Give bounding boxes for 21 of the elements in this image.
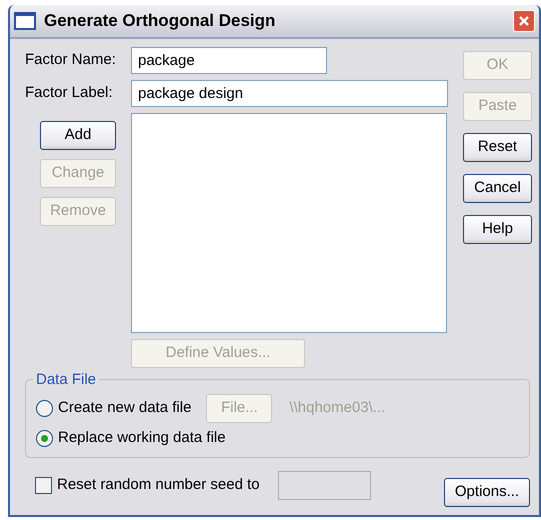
radio-label: Create new data file xyxy=(58,398,192,418)
checkbox[interactable] xyxy=(35,477,52,494)
field-label: Factor Name: xyxy=(25,50,117,70)
close-icon xyxy=(518,15,530,28)
close-button[interactable] xyxy=(513,10,535,32)
file-path: \\hqhome03\... xyxy=(289,398,386,418)
checkbox-label: Reset random number seed to xyxy=(57,475,260,496)
dialog-button[interactable]: Reset xyxy=(463,133,532,162)
dialog-button[interactable]: Help xyxy=(463,215,532,244)
options-button[interactable]: Options... xyxy=(444,478,530,507)
radio-button[interactable] xyxy=(36,430,53,446)
text-field[interactable]: package xyxy=(131,47,327,74)
text-field[interactable]: package design xyxy=(131,80,448,107)
window-title: Generate Orthogonal Design xyxy=(44,10,276,32)
group-legend: Data File xyxy=(33,372,100,387)
field-label: Factor Label: xyxy=(25,83,114,104)
dialog-button[interactable]: Cancel xyxy=(463,174,532,203)
radio-button[interactable] xyxy=(36,400,53,416)
radio-label: Replace working data file xyxy=(58,428,226,448)
list-button[interactable]: Add xyxy=(40,121,116,150)
window-icon xyxy=(14,12,36,30)
